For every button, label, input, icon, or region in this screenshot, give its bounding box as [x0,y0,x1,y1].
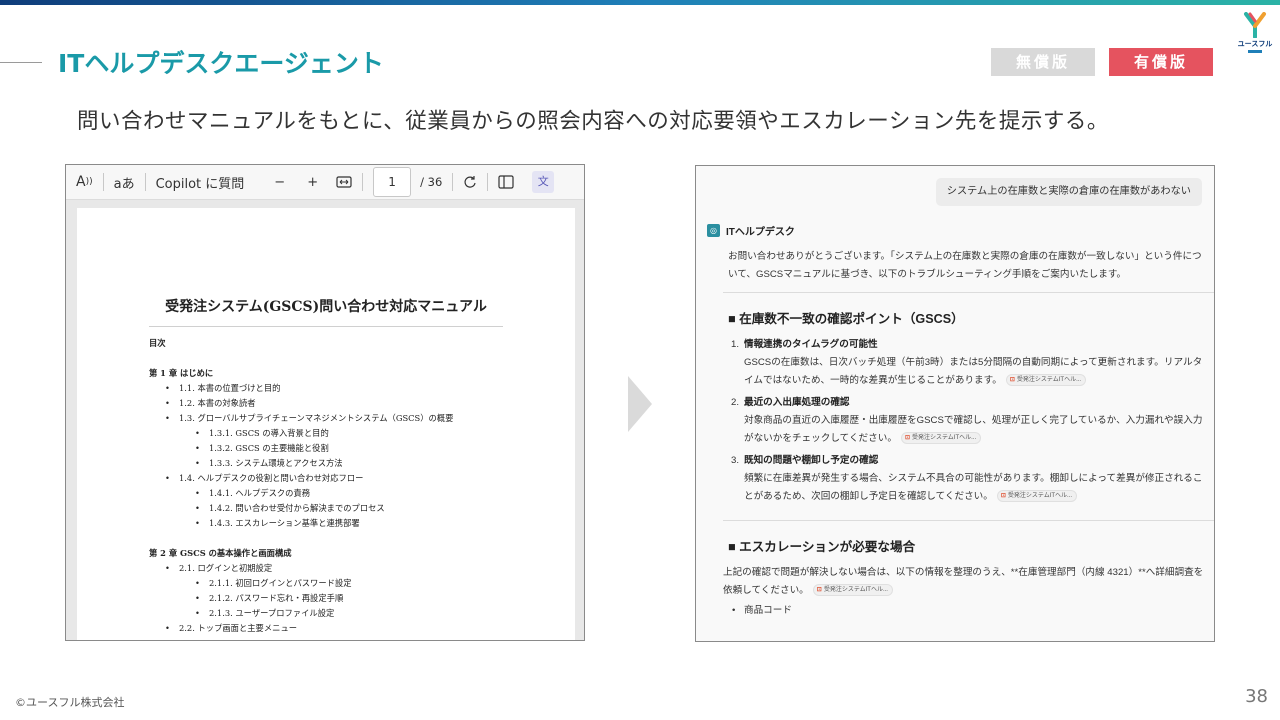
copyright: ©ユースフル株式会社 [15,696,125,709]
checkpoint-body: GSCSの在庫数は、日次バッチ処理（午前3時）または5分間隔の自動同期によって更… [744,357,1203,386]
toolbar-divider [452,173,454,191]
checkpoint-item: 2. 最近の入出庫処理の確認 対象商品の直近の入庫履歴・出庫履歴をGSCSで確認… [728,394,1206,448]
page-number: 38 [1245,686,1268,707]
page-view-button[interactable] [498,165,514,200]
section-heading: ■ 在庫数不一致の確認ポイント（GSCS） [728,312,964,326]
toolbar-divider [362,173,364,191]
checkpoint-body: 頻繁に在庫差異が発生する場合、システム不具合の可能性があります。棚卸しによって差… [744,473,1203,502]
text-options-button[interactable]: aあ [114,165,135,200]
divider [723,292,1214,293]
flow-arrow-icon [628,376,652,432]
toolbar-divider [487,173,489,191]
translate-icon[interactable]: 文 [532,171,555,193]
slide-subtitle: 問い合わせマニュアルをもとに、従業員からの照会内容への対応要領やエスカレーション… [77,109,1109,134]
pdf-icon: ⊡ [904,435,910,442]
bot-response: お問い合わせありがとうございます。「システム上の在庫数と実際の倉庫の在庫数が一致… [723,248,1214,620]
bot-name: ITヘルプデスク [726,227,795,238]
logo-underline [1248,50,1262,53]
company-logo: ユースフル [1234,12,1276,60]
section-heading: ■ エスカレーションが必要な場合 [728,540,916,554]
paid-version-badge: 有償版 [1109,48,1213,76]
list-item: 商品コード [728,602,1206,620]
bot-avatar-icon: ◎ [707,224,720,237]
checkpoint-title: 情報連携のタイムラグの可能性 [744,339,878,350]
toc-entry: 1.3. グローバルサプライチェーンマネジメントシステム（GSCS）の概要 [149,411,549,426]
slide-title: ITヘルプデスクエージェント [58,49,384,78]
logo-mark-icon [1244,12,1266,38]
pdf-page: 受発注システム(GSCS)問い合わせ対応マニュアル 目次 第 1 章 はじめに … [77,208,575,640]
rotate-button[interactable] [463,165,477,200]
page-view-icon [498,175,514,189]
toc-chapter: 第 1 章 はじめに [149,368,214,378]
zoom-in-button[interactable]: + [307,165,318,200]
pdf-viewer: A)) aあ Copilot に質問 − + 1 / 36 文 受発注システム(… [65,164,585,641]
escalation-text: 上記の確認で問題が解決しない場合は、以下の情報を整理のうえ、**在庫管理部門（内… [723,567,1204,596]
toc-entry: 2.1.1. 初回ログインとパスワード設定 [149,576,549,591]
read-aloud-icon: A [76,174,86,190]
fit-width-icon [336,176,352,188]
toolbar-divider [102,173,104,191]
rotate-icon [464,176,476,188]
toc-entry: 2.1.3. ユーザープロファイル設定 [149,606,549,621]
document-title-rule [149,326,503,327]
toc-entry: 1.4. ヘルプデスクの役割と問い合わせ対応フロー [149,471,549,486]
reference-chip[interactable]: ⊡ 受発注システムITヘル... [812,584,893,597]
read-aloud-button[interactable]: A)) [76,165,93,200]
toc-chapter: 第 2 章 GSCS の基本操作と画面構成 [149,548,292,558]
divider [723,520,1214,521]
checkpoint-title: 最近の入出庫処理の確認 [744,397,850,408]
checkpoint-title: 既知の問題や棚卸し予定の確認 [744,455,879,466]
toolbar-divider [144,173,146,191]
toc-entry: 2.1.2. パスワード忘れ・再設定手順 [149,591,549,606]
table-of-contents: 目次 第 1 章 はじめに 1.1. 本書の位置づけと目的 1.2. 本書の対象… [149,336,549,636]
copilot-button[interactable]: Copilot に質問 [156,165,245,200]
toc-entry: 1.4.3. エスカレーション基準と連携部署 [149,516,549,531]
user-message: システム上の在庫数と実際の倉庫の在庫数があわない [935,178,1202,206]
checkpoint-item: 1. 情報連携のタイムラグの可能性 GSCSの在庫数は、日次バッチ処理（午前3時… [728,336,1206,390]
toc-entry: 2.1. ログインと初期設定 [149,561,549,576]
pdf-icon: ⊡ [1009,377,1015,384]
page-number-input[interactable]: 1 [373,167,412,197]
fit-width-button[interactable] [336,165,352,200]
reference-chip[interactable]: ⊡ 受発注システムITヘル... [996,490,1078,503]
document-title: 受発注システム(GSCS)問い合わせ対応マニュアル [165,299,487,315]
pdf-toolbar: A)) aあ Copilot に質問 − + 1 / 36 文 [66,165,584,200]
bot-header: ◎ ITヘルプデスク [707,223,795,238]
pdf-icon: ⊡ [816,587,822,594]
pdf-icon: ⊡ [1000,493,1006,500]
free-version-badge: 無償版 [991,48,1095,76]
chat-panel: システム上の在庫数と実際の倉庫の在庫数があわない ◎ ITヘルプデスク お問い合… [695,165,1215,642]
reference-chip[interactable]: ⊡ 受発注システムITヘル... [900,432,982,445]
toc-entry: 1.3.3. システム環境とアクセス方法 [149,456,549,471]
zoom-out-button[interactable]: − [274,165,285,200]
bot-intro: お問い合わせありがとうございます。「システム上の在庫数と実際の倉庫の在庫数が一致… [728,251,1202,280]
reference-chip[interactable]: ⊡ 受発注システムITヘル... [1005,374,1087,387]
toc-entry: 1.4.1. ヘルプデスクの責務 [149,486,549,501]
checkpoint-item: 3. 既知の問題や棚卸し予定の確認 頻繁に在庫差異が発生する場合、システム不具合… [728,452,1206,506]
title-rule [0,62,42,63]
toc-entry: 1.3.2. GSCS の主要機能と役割 [149,441,549,456]
toc-entry: 1.3.1. GSCS の導入背景と目的 [149,426,549,441]
toc-entry: 1.2. 本書の対象読者 [149,396,549,411]
page-total: / 36 [420,175,443,189]
toc-entry: 1.1. 本書の位置づけと目的 [149,381,549,396]
toc-heading: 目次 [149,338,166,348]
toc-entry: 1.4.2. 問い合わせ受付から解決までのプロセス [149,501,549,516]
top-gradient-bar [0,0,1280,5]
toc-entry: 2.2. トップ画面と主要メニュー [149,621,549,636]
logo-text: ユースフル [1237,40,1273,48]
